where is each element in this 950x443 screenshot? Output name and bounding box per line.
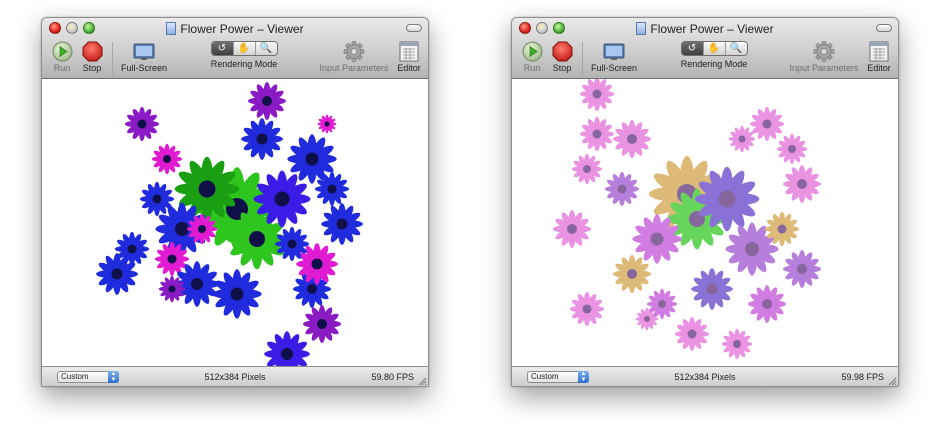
- fullscreen-label: Full-Screen: [590, 63, 637, 73]
- editor-button[interactable]: Editor: [863, 41, 895, 73]
- title-bar[interactable]: Flower Power – Viewer: [42, 18, 428, 40]
- run-button[interactable]: Run: [50, 41, 74, 73]
- document-icon: [166, 22, 177, 35]
- zoom-mode-icon[interactable]: 🔍: [254, 42, 277, 55]
- viewer-window-right: Flower Power – Viewer Run Stop Full-Scre…: [511, 17, 899, 387]
- window-title: Flower Power – Viewer: [180, 22, 304, 36]
- rendering-mode-segmented[interactable]: ↺ ✋ 🔍: [210, 41, 278, 56]
- editor-label: Editor: [867, 63, 891, 73]
- status-bar: Custom ▲ ▼ 512x384 Pixels 59.98 FPS: [512, 366, 898, 386]
- render-canvas[interactable]: [512, 79, 898, 366]
- render-canvas[interactable]: [42, 79, 428, 366]
- rendering-mode-segmented[interactable]: ↺ ✋ 🔍: [680, 41, 748, 56]
- pixel-dimensions: 512x384 Pixels: [674, 372, 736, 382]
- toolbar-separator: [582, 42, 583, 76]
- stop-octagon-icon: [82, 41, 102, 62]
- input-parameters-button[interactable]: Input Parameters: [316, 41, 392, 73]
- status-bar: Custom ▲ ▼ 512x384 Pixels 59.80 FPS: [42, 366, 428, 386]
- play-icon: [52, 41, 72, 62]
- grid-document-icon: [399, 41, 419, 62]
- stop-button[interactable]: Stop: [549, 41, 575, 73]
- fps-readout: 59.98 FPS: [841, 372, 884, 382]
- window-title: Flower Power – Viewer: [650, 22, 774, 36]
- input-parameters-label: Input Parameters: [789, 63, 859, 73]
- hand-mode-icon[interactable]: ✋: [232, 42, 255, 55]
- resize-grip-icon[interactable]: [417, 376, 427, 386]
- flower-render-image: [96, 82, 363, 366]
- viewer-window-left: Flower Power – Viewer Run Stop Full-Scre…: [41, 17, 429, 387]
- hand-mode-icon[interactable]: ✋: [702, 42, 725, 55]
- resize-grip-icon[interactable]: [887, 376, 897, 386]
- play-icon: [522, 41, 542, 62]
- rotate-mode-icon[interactable]: ↺: [681, 42, 703, 55]
- grid-document-icon: [869, 41, 889, 62]
- rendering-mode-control: ↺ ✋ 🔍 Rendering Mode: [674, 41, 754, 69]
- title-bar[interactable]: Flower Power – Viewer: [512, 18, 898, 40]
- fps-readout: 59.80 FPS: [371, 372, 414, 382]
- toolbar: Flower Power – Viewer Run Stop Full-Scre…: [512, 18, 898, 79]
- stop-label: Stop: [82, 63, 102, 73]
- run-label: Run: [523, 63, 541, 73]
- stop-label: Stop: [552, 63, 572, 73]
- fullscreen-button[interactable]: Full-Screen: [589, 41, 639, 73]
- input-parameters-button[interactable]: Input Parameters: [786, 41, 862, 73]
- gear-icon: [813, 41, 835, 62]
- toolbar-separator: [112, 42, 113, 76]
- editor-label: Editor: [397, 63, 421, 73]
- monitor-icon: [133, 43, 155, 60]
- toolbar-toggle-button[interactable]: [876, 24, 892, 32]
- toolbar: Flower Power – Viewer Run Stop Full-Scre…: [42, 18, 428, 79]
- zoom-mode-icon[interactable]: 🔍: [724, 42, 747, 55]
- rotate-mode-icon[interactable]: ↺: [211, 42, 233, 55]
- pixel-dimensions: 512x384 Pixels: [204, 372, 266, 382]
- run-button[interactable]: Run: [520, 41, 544, 73]
- stop-octagon-icon: [552, 41, 572, 62]
- editor-button[interactable]: Editor: [393, 41, 425, 73]
- stop-button[interactable]: Stop: [79, 41, 105, 73]
- monitor-icon: [603, 43, 625, 60]
- toolbar-toggle-button[interactable]: [406, 24, 422, 32]
- rendering-mode-label: Rendering Mode: [210, 59, 278, 69]
- input-parameters-label: Input Parameters: [319, 63, 389, 73]
- fullscreen-label: Full-Screen: [120, 63, 167, 73]
- flower-render-image: [553, 79, 821, 360]
- run-label: Run: [53, 63, 71, 73]
- rendering-mode-control: ↺ ✋ 🔍 Rendering Mode: [204, 41, 284, 69]
- document-icon: [636, 22, 647, 35]
- fullscreen-button[interactable]: Full-Screen: [119, 41, 169, 73]
- gear-icon: [343, 41, 365, 62]
- rendering-mode-label: Rendering Mode: [680, 59, 748, 69]
